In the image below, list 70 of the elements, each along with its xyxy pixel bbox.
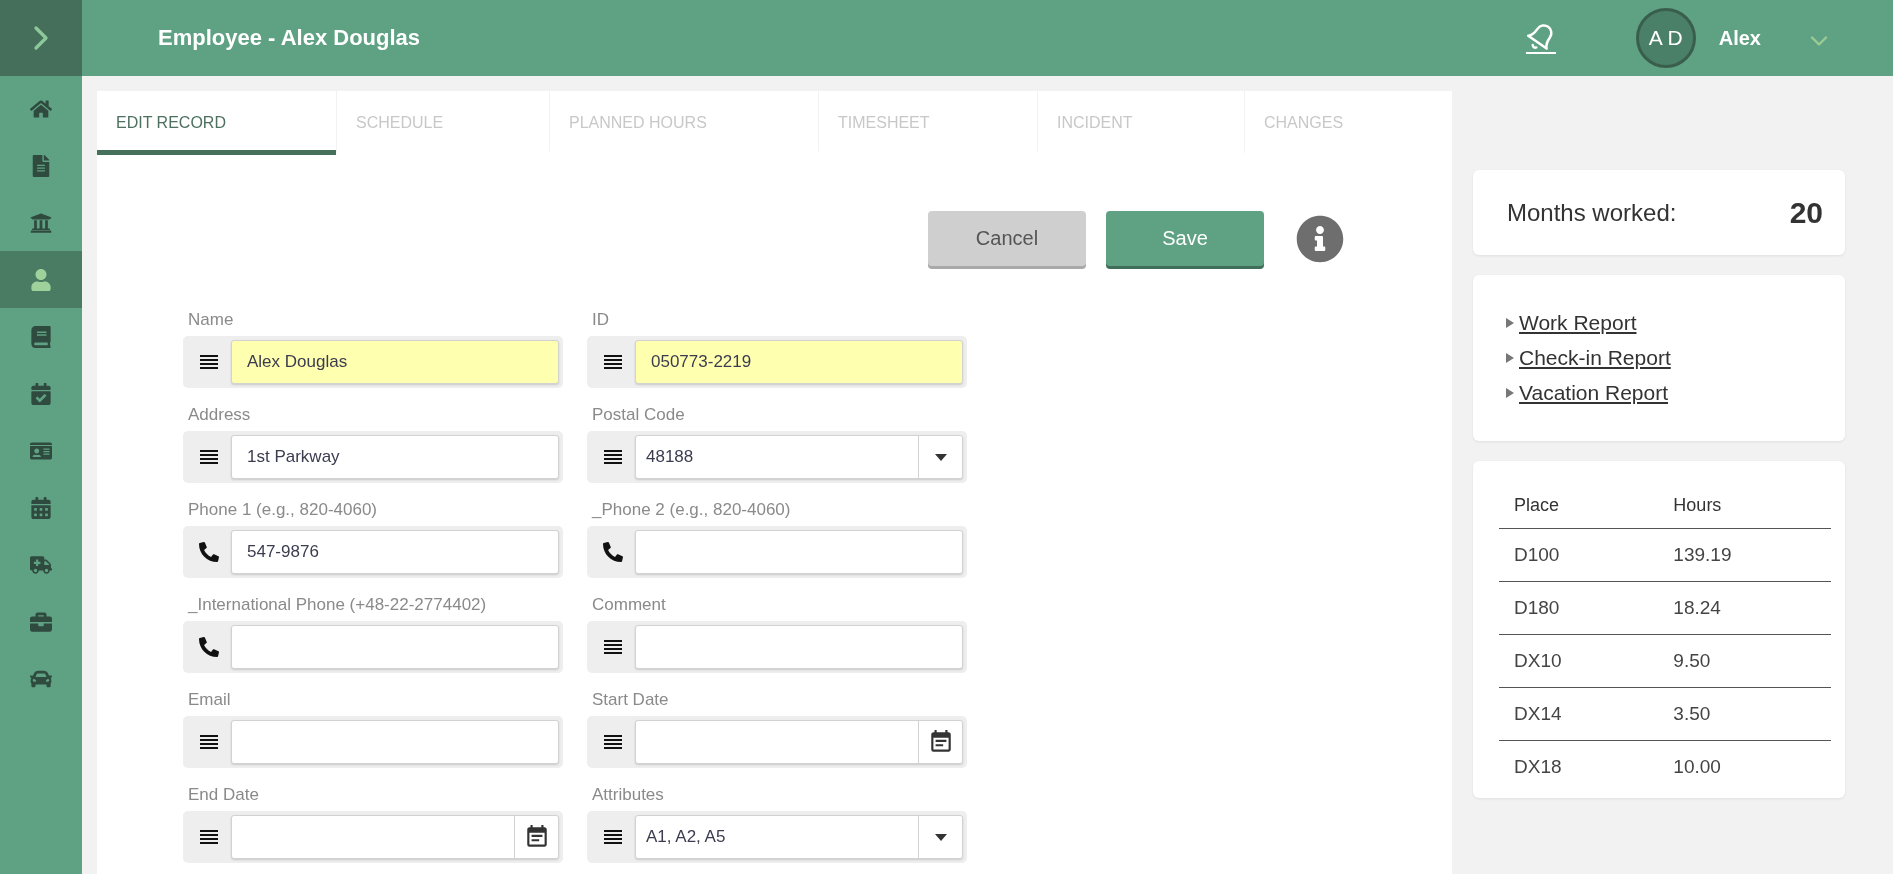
person-icon [30, 268, 52, 291]
table-cell: DX14 [1499, 687, 1659, 741]
table-cell: D100 [1499, 528, 1659, 582]
phone-icon [199, 637, 219, 657]
input-field[interactable]: 48188 [636, 436, 918, 478]
caret-icon [934, 453, 947, 461]
date-field[interactable] [231, 815, 559, 859]
field-label: End Date [187, 785, 260, 805]
table-cell: 18.24 [1658, 581, 1831, 635]
dropdown-field[interactable]: A1, A2, A5 [635, 815, 963, 859]
calendar-check-icon [30, 382, 52, 405]
input-field[interactable]: Alex Douglas [232, 341, 558, 383]
avatar[interactable]: A D [1635, 8, 1696, 68]
field-label: Name [187, 310, 235, 330]
bank-icon [30, 211, 52, 234]
field-label: ID [591, 310, 610, 330]
date-field[interactable] [635, 720, 963, 764]
dropdown-field[interactable]: 48188 [635, 435, 963, 479]
field-label: Postal Code [591, 405, 686, 425]
table-cell: DX18 [1499, 740, 1659, 793]
field-label: Address [187, 405, 252, 425]
table-cell: D180 [1499, 581, 1659, 635]
tab[interactable]: EDIT RECORD [97, 91, 336, 155]
table-cell: 139.19 [1658, 528, 1831, 582]
id-card-icon [30, 439, 52, 462]
input-field[interactable]: A1, A2, A5 [636, 816, 918, 858]
briefcase-icon [30, 610, 52, 633]
triangle-icon [1506, 318, 1514, 328]
document-icon [30, 154, 52, 177]
book-icon [30, 325, 52, 348]
info-icon [1296, 214, 1344, 263]
table-cell: 10.00 [1658, 740, 1831, 793]
field-label: Phone 1 (e.g., 820-4060) [187, 500, 379, 520]
calendar-icon [30, 496, 52, 519]
field-label: Comment [591, 595, 667, 615]
field-label: Email [187, 690, 232, 710]
report-link[interactable]: Check-in Report [1519, 346, 1671, 370]
field-label: Start Date [591, 690, 670, 710]
user-name: Alex [1718, 26, 1761, 50]
dropdown-button[interactable] [918, 436, 962, 478]
field-label: _Phone 2 (e.g., 820-4060) [590, 500, 792, 520]
ambulance-icon [30, 553, 52, 576]
input-field[interactable]: 050773-2219 [636, 341, 962, 383]
caret-icon [934, 833, 947, 841]
report-link[interactable]: Work Report [1519, 311, 1637, 335]
triangle-icon [1506, 388, 1514, 398]
input-field[interactable]: 547-9876 [232, 531, 558, 573]
table-cell: 3.50 [1658, 687, 1831, 741]
summary-label: Months worked: [1507, 198, 1677, 227]
calendar-button[interactable] [514, 816, 558, 858]
field-label: _International Phone (+48-22-2774402) [186, 595, 488, 615]
triangle-icon [1506, 353, 1514, 363]
cancel-button[interactable]: Cancel [928, 211, 1086, 266]
field-label: Attributes [591, 785, 665, 805]
summary-value: 20 [1789, 195, 1823, 230]
calendar-button[interactable] [918, 721, 962, 763]
column-header: Place [1499, 483, 1659, 529]
sidebar-item[interactable] [0, 251, 82, 308]
page-title: Employee - Alex Douglas [158, 25, 422, 51]
info-button[interactable] [1296, 214, 1344, 263]
dropdown-button[interactable] [918, 816, 962, 858]
home-icon [30, 97, 52, 120]
phone-icon [199, 542, 219, 562]
input-field[interactable]: 1st Parkway [232, 436, 558, 478]
table-cell: 9.50 [1658, 634, 1831, 688]
column-header: Hours [1658, 483, 1831, 529]
table-cell: DX10 [1499, 634, 1659, 688]
bell-button[interactable] [1525, 22, 1556, 54]
phone-icon [603, 542, 623, 562]
report-link[interactable]: Vacation Report [1519, 381, 1669, 405]
